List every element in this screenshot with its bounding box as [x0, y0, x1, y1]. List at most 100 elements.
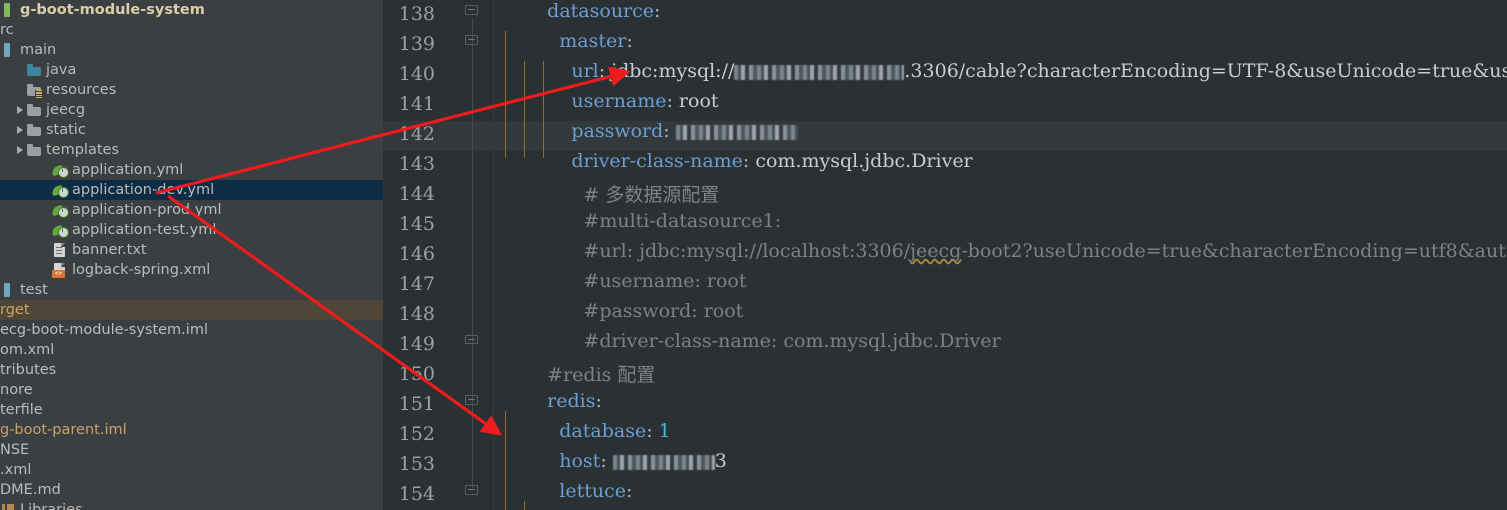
sidebar-item-label: test: [20, 282, 48, 298]
sidebar-item-dme-md[interactable]: DME.md: [0, 480, 383, 500]
sidebar-item-g-boot-parent-iml[interactable]: g-boot-parent.iml: [0, 420, 383, 440]
sidebar-item-label: main: [20, 42, 57, 58]
sidebar-item-application-test-yml[interactable]: application-test.yml: [0, 220, 383, 240]
code-line[interactable]: #username: root: [523, 270, 746, 292]
code-line[interactable]: datasource:: [523, 0, 660, 22]
folder-icon: [26, 102, 42, 118]
spring-yaml-icon: [51, 182, 69, 198]
fold-minus-icon: [468, 339, 475, 340]
project-tool-window[interactable]: g-boot-module-system rc main java resources j…: [0, 0, 383, 510]
fold-minus-icon: [468, 39, 475, 40]
source-root-icon: [0, 42, 16, 58]
code-line[interactable]: redis:: [523, 390, 602, 412]
code-line[interactable]: #multi-datasource1:: [523, 210, 781, 232]
sidebar-item-label: java: [46, 62, 77, 78]
sidebar-item-nse[interactable]: NSE: [0, 440, 383, 460]
fold-marker-154[interactable]: [465, 485, 480, 502]
code-line[interactable]: #redis 配置: [523, 360, 655, 387]
libraries-icon: [0, 502, 16, 510]
code-line[interactable]: database: 1: [523, 420, 671, 442]
line-number: 152: [398, 423, 435, 445]
code-line[interactable]: #driver-class-name: com.mysql.jdbc.Drive…: [523, 330, 1000, 352]
code-token: :: [625, 480, 633, 502]
sidebar-item-application-yml[interactable]: application.yml: [0, 160, 383, 180]
sidebar-item-label: om.xml: [0, 342, 55, 358]
chevron-right-icon[interactable]: [14, 124, 26, 136]
code-token: lettuce: [559, 480, 626, 502]
code-line[interactable]: master:: [523, 30, 632, 52]
fold-marker-151[interactable]: [465, 395, 480, 412]
sidebar-item-application-prod-yml[interactable]: application-prod.yml: [0, 200, 383, 220]
sidebar-item-tributes[interactable]: tributes: [0, 360, 383, 380]
fold-marker-139[interactable]: [465, 35, 480, 52]
sidebar-item-label: resources: [46, 82, 117, 98]
code-token: #url: jdbc:mysql://localhost:3306/: [523, 240, 911, 262]
code-token: :: [742, 150, 756, 172]
code-text-layer[interactable]: datasource: master: url: jdbc:mysql:// .3…: [493, 0, 1507, 510]
code-line[interactable]: host: 3: [523, 450, 727, 472]
code-line[interactable]: # 多数据源配置: [523, 180, 719, 207]
code-token: .3306/cable?characterEncoding=UTF-8&useU…: [904, 60, 1507, 82]
sidebar-item-label: application-test.yml: [72, 222, 217, 238]
code-line[interactable]: url: jdbc:mysql:// .3306/cable?characterE…: [523, 60, 1507, 82]
chevron-right-icon[interactable]: [14, 144, 26, 156]
code-line[interactable]: #url: jdbc:mysql://localhost:3306/jeecg-…: [523, 240, 1507, 262]
chevron-right-icon[interactable]: [14, 104, 26, 116]
ide-window: g-boot-module-system rc main java resources j…: [0, 0, 1507, 510]
editor-gutter[interactable]: 138 139 140 141 142 143 144 145 146 147 148 149 150 1…: [383, 0, 494, 510]
sidebar-item-banner-txt[interactable]: banner.txt: [0, 240, 383, 260]
code-line[interactable]: username: root: [523, 90, 718, 112]
code-line[interactable]: lettuce:: [523, 480, 632, 502]
sidebar-item-logback-spring-xml[interactable]: <> logback-spring.xml: [0, 260, 383, 280]
sidebar-item-label: DME.md: [0, 482, 61, 498]
fold-tip: [467, 44, 476, 49]
line-number: 142: [398, 123, 435, 145]
sidebar-item-templates[interactable]: templates: [0, 140, 383, 160]
code-token: master: [559, 30, 627, 52]
sidebar-item-jeecg[interactable]: jeecg: [0, 100, 383, 120]
sidebar-item-libraries[interactable]: Libraries: [0, 500, 383, 510]
sidebar-item-nore[interactable]: nore: [0, 380, 383, 400]
sidebar-item-g-boot-module-system[interactable]: g-boot-module-system: [0, 0, 383, 20]
sidebar-item-label: rc: [0, 22, 14, 38]
code-line[interactable]: password:: [523, 120, 798, 142]
fold-marker-149[interactable]: [465, 335, 480, 352]
sidebar-item-label: Libraries: [20, 502, 83, 510]
code-token: :: [600, 450, 613, 472]
indent-guide-1: [505, 31, 506, 158]
fold-box: [465, 35, 478, 45]
line-number: 147: [398, 273, 435, 295]
line-number: 154: [398, 483, 435, 505]
sidebar-item-rget[interactable]: rget: [0, 300, 383, 320]
code-line[interactable]: #password: root: [523, 300, 743, 322]
sidebar-item-label: nore: [0, 382, 33, 398]
line-number: 145: [398, 213, 435, 235]
sidebar-item-terfile[interactable]: terfile: [0, 400, 383, 420]
line-number: 148: [398, 303, 435, 325]
fold-minus-icon: [468, 399, 475, 400]
sidebar-item-ecg-boot-module-system-iml[interactable]: ecg-boot-module-system.iml: [0, 320, 383, 340]
sidebar-item-om-xml[interactable]: om.xml: [0, 340, 383, 360]
sidebar-item-test[interactable]: test: [0, 280, 383, 300]
fold-region-line: [472, 18, 473, 488]
sidebar-item-application-dev-yml[interactable]: application-dev.yml: [0, 180, 383, 200]
code-line[interactable]: driver-class-name: com.mysql.jdbc.Driver: [523, 150, 972, 172]
sidebar-item-resources[interactable]: resources: [0, 80, 383, 100]
sidebar-item-static[interactable]: static: [0, 120, 383, 140]
sidebar-item-xml[interactable]: .xml: [0, 460, 383, 480]
code-editor[interactable]: 138 139 140 141 142 143 144 145 146 147 148 149 150 1…: [383, 0, 1507, 510]
sidebar-item-java[interactable]: java: [0, 60, 383, 80]
line-number: 153: [398, 453, 435, 475]
code-token: jeecg: [910, 240, 962, 262]
line-number: 141: [398, 93, 435, 115]
sidebar-item-rc[interactable]: rc: [0, 20, 383, 40]
fold-marker-138[interactable]: [465, 5, 480, 22]
sidebar-item-main[interactable]: main: [0, 40, 383, 60]
